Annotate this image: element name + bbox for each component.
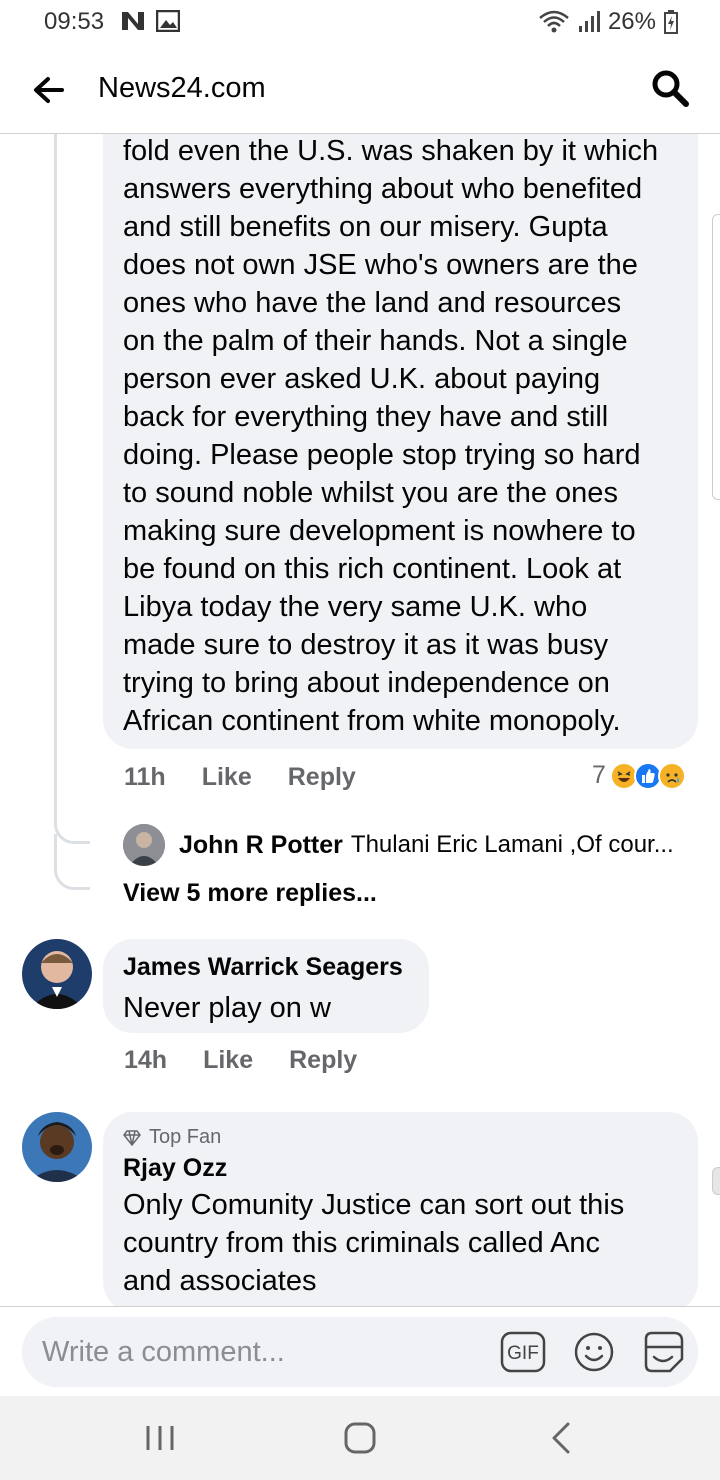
app-header: News24.com	[0, 44, 720, 134]
composer-box[interactable]: GIF	[22, 1317, 698, 1387]
comment-actions: 14h Like Reply	[124, 1046, 357, 1075]
comment-text-line: answers everything about who benefited	[123, 173, 643, 205]
notification-icons	[120, 10, 180, 32]
like-button[interactable]: Like	[202, 763, 252, 792]
thread-line	[54, 134, 57, 814]
avatar[interactable]	[22, 939, 92, 1009]
comment-bubble[interactable]: fold even the U.S. was shaken by it whic…	[103, 134, 698, 749]
recent-apps-icon[interactable]	[140, 1418, 180, 1458]
sad-reaction-icon	[657, 761, 686, 790]
sticker-icon[interactable]	[640, 1329, 686, 1375]
avatar[interactable]	[22, 1112, 92, 1182]
comment-author[interactable]: Rjay Ozz	[123, 1154, 227, 1183]
comment-text-line: and still benefits on our misery. Gupta	[123, 211, 608, 243]
reaction-count: 7	[592, 761, 606, 789]
comment-text-line: on the palm of their hands. Not a single	[123, 325, 628, 357]
reply-button[interactable]: Reply	[288, 763, 356, 792]
reply-button[interactable]: Reply	[289, 1046, 357, 1075]
comment-text-line: and associates	[123, 1265, 317, 1297]
comment-text-line: fold even the U.S. was shaken by it whic…	[123, 135, 659, 167]
battery-percent: 26%	[607, 8, 656, 35]
comment-bubble[interactable]: Top Fan Rjay Ozz Only Comunity Justice c…	[103, 1112, 698, 1306]
comment-text-line: Libya today the very same U.K. who	[123, 591, 588, 623]
comment-text-line: back for everything they have and still	[123, 401, 609, 433]
comment-input[interactable]	[42, 1336, 482, 1369]
status-bar: 09:53 26%	[0, 0, 720, 44]
badge-label: Top Fan	[149, 1126, 222, 1148]
comment-composer: GIF	[0, 1306, 720, 1396]
emoji-icon[interactable]	[573, 1331, 615, 1373]
reply-preview[interactable]: John R Potter Thulani Eric Lamani ,Of co…	[123, 824, 674, 866]
search-icon[interactable]	[650, 68, 690, 108]
avatar	[123, 824, 165, 866]
signal-icon	[578, 11, 600, 32]
diamond-icon	[123, 1129, 141, 1146]
comment-time: 14h	[124, 1046, 168, 1074]
comment-text-line: trying to bring about independence on	[123, 667, 610, 699]
gif-label: GIF	[507, 1343, 539, 1364]
back-arrow-icon[interactable]	[30, 72, 66, 108]
reaction-summary[interactable]: 7	[592, 761, 686, 790]
comment-text-line: person ever asked U.K. about paying	[123, 363, 601, 395]
comment-list[interactable]: fold even the U.S. was shaken by it whic…	[0, 134, 720, 1306]
comment-text-line: to sound noble whilst you are the ones	[123, 477, 618, 509]
comment-time: 11h	[124, 763, 166, 791]
comment-bubble[interactable]: James Warrick Seagers Never play on w	[103, 939, 429, 1033]
scrollbar[interactable]	[712, 1167, 720, 1195]
comment-text-line: made sure to destroy it as it was busy	[123, 629, 609, 661]
comment-text: Never play on w	[123, 992, 331, 1024]
comment-text-line: African continent from white monopoly.	[123, 705, 621, 737]
status-right: 26%	[538, 8, 678, 36]
wifi-icon	[539, 10, 569, 33]
comment-text-line: country from this criminals called Anc	[123, 1227, 601, 1259]
battery-charging-icon	[664, 10, 678, 34]
reply-snippet: Thulani Eric Lamani ,Of cour...	[350, 831, 674, 858]
comment-text-line: doing. Please people stop trying so hard	[123, 439, 641, 471]
comment-author[interactable]: James Warrick Seagers	[123, 953, 403, 982]
thread-connector	[54, 834, 90, 890]
home-icon[interactable]	[340, 1418, 380, 1458]
comment-text-line: does not own JSE who's owners are the	[123, 249, 638, 281]
news-notification-icon	[122, 12, 144, 30]
comment-text-line: Only Comunity Justice can sort out this	[123, 1189, 625, 1221]
reply-author: John R Potter	[179, 830, 343, 859]
top-fan-badge: Top Fan	[123, 1126, 221, 1149]
comment-text-line: ones who have the land and resources	[123, 287, 622, 319]
status-time: 09:53	[44, 8, 105, 35]
back-icon[interactable]	[542, 1418, 582, 1458]
like-button[interactable]: Like	[203, 1046, 253, 1075]
system-nav-bar	[0, 1396, 720, 1480]
image-notification-icon	[156, 10, 180, 32]
comment-text-line: making sure development is nowhere to	[123, 515, 636, 547]
view-more-replies[interactable]: View 5 more replies...	[123, 879, 377, 908]
comment-actions: 11h Like Reply	[124, 763, 356, 792]
page-title: News24.com	[98, 72, 266, 104]
comment-text-line: be found on this rich continent. Look at	[123, 553, 622, 585]
gif-icon[interactable]: GIF	[500, 1331, 546, 1373]
scrollbar[interactable]	[712, 214, 720, 500]
